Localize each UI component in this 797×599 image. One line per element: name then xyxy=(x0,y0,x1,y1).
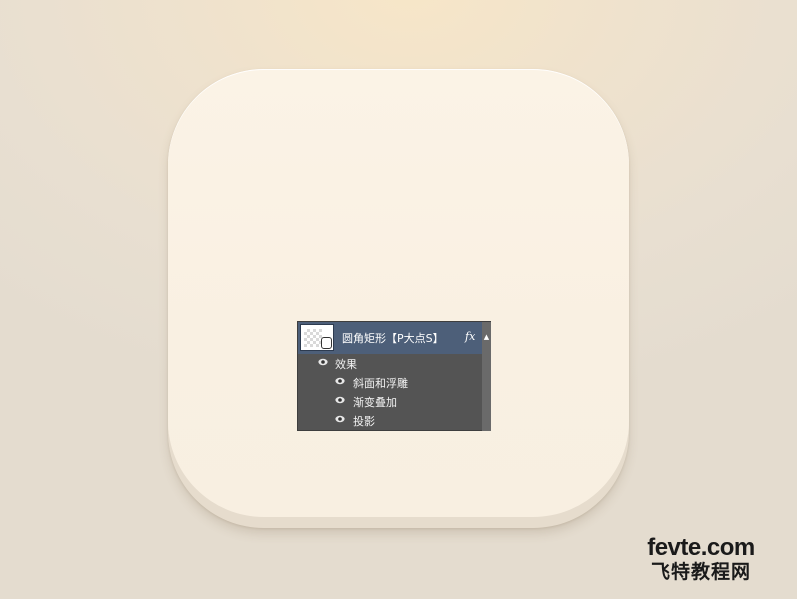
effects-header-label: 效果 xyxy=(335,358,357,371)
watermark-site-name: 飞特教程网 xyxy=(650,561,751,583)
effect-row-gradient-overlay[interactable]: 渐变叠加 xyxy=(298,392,482,410)
watermark: fevte.com 飞特教程网 xyxy=(636,534,766,584)
scroll-up-arrow-icon[interactable]: ▲ xyxy=(482,332,491,342)
eye-icon[interactable] xyxy=(335,377,345,385)
fx-icon[interactable]: fx xyxy=(465,330,475,343)
layer-thumbnail xyxy=(300,324,334,351)
layer-name: 圆角矩形【P大点S】 xyxy=(342,332,444,345)
effect-label: 投影 xyxy=(353,415,375,428)
layer-row-rounded-rect[interactable]: 圆角矩形【P大点S】 fx xyxy=(298,322,482,354)
effects-header-row[interactable]: 效果 xyxy=(298,354,482,372)
transparency-checker xyxy=(304,329,322,347)
effect-label: 斜面和浮雕 xyxy=(353,377,408,390)
effect-row-bevel-emboss[interactable]: 斜面和浮雕 xyxy=(298,373,482,391)
effect-row-drop-shadow[interactable]: 投影 xyxy=(298,411,482,429)
rounded-rect-shape-icon xyxy=(321,337,332,349)
watermark-domain: fevte.com xyxy=(647,534,755,561)
effect-label: 渐变叠加 xyxy=(353,396,397,409)
eye-icon[interactable] xyxy=(318,358,328,366)
rounded-square-icon-face xyxy=(168,69,629,517)
panel-scrollbar[interactable]: ▲ xyxy=(482,322,491,431)
eye-icon[interactable] xyxy=(335,415,345,423)
rounded-square-icon-base xyxy=(168,69,629,528)
eye-icon[interactable] xyxy=(335,396,345,404)
layers-panel: 圆角矩形【P大点S】 fx ▲ 效果 斜面和浮雕 渐变叠加 投影 xyxy=(297,321,491,431)
